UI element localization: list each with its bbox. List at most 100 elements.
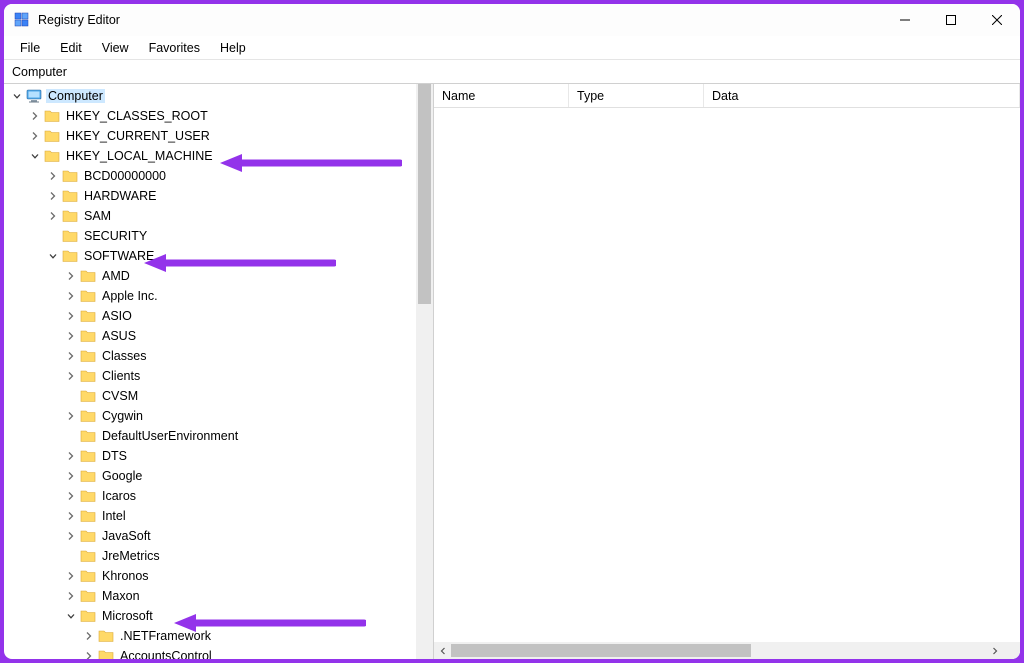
tree-node-label: ASIO bbox=[100, 309, 134, 323]
tree-view[interactable]: Computer HKEY_CLASSES_ROOT HKEY_CURRENT_US… bbox=[4, 84, 416, 659]
expand-icon[interactable] bbox=[64, 489, 78, 503]
tree-node[interactable]: AMD bbox=[4, 266, 416, 286]
titlebar: Registry Editor bbox=[4, 4, 1020, 36]
tree-node-label: Icaros bbox=[100, 489, 138, 503]
tree-node[interactable]: SECURITY bbox=[4, 226, 416, 246]
tree-node-label: DTS bbox=[100, 449, 129, 463]
expand-icon[interactable] bbox=[28, 109, 42, 123]
registry-editor-icon bbox=[14, 12, 30, 28]
window-controls bbox=[882, 4, 1020, 36]
tree-node[interactable]: JavaSoft bbox=[4, 526, 416, 546]
folder-icon bbox=[80, 508, 96, 524]
tree-node[interactable]: BCD00000000 bbox=[4, 166, 416, 186]
tree-node[interactable]: HARDWARE bbox=[4, 186, 416, 206]
tree-node-label: JreMetrics bbox=[100, 549, 162, 563]
menu-file[interactable]: File bbox=[12, 39, 48, 57]
column-name[interactable]: Name bbox=[434, 84, 569, 107]
tree-node-label: Intel bbox=[100, 509, 128, 523]
tree-node[interactable]: Maxon bbox=[4, 586, 416, 606]
menu-view[interactable]: View bbox=[94, 39, 137, 57]
maximize-button[interactable] bbox=[928, 4, 974, 36]
tree-node[interactable]: Google bbox=[4, 466, 416, 486]
folder-icon bbox=[80, 288, 96, 304]
expand-icon[interactable] bbox=[46, 189, 60, 203]
expand-icon[interactable] bbox=[64, 469, 78, 483]
expand-icon[interactable] bbox=[46, 209, 60, 223]
menu-favorites[interactable]: Favorites bbox=[141, 39, 208, 57]
collapse-icon[interactable] bbox=[46, 249, 60, 263]
column-type[interactable]: Type bbox=[569, 84, 704, 107]
tree-vertical-scrollbar[interactable] bbox=[416, 84, 433, 659]
tree-node[interactable]: JreMetrics bbox=[4, 546, 416, 566]
tree-node-label: Computer bbox=[46, 89, 105, 103]
tree-node[interactable]: CVSM bbox=[4, 386, 416, 406]
expand-icon[interactable] bbox=[64, 269, 78, 283]
tree-node-label: AccountsControl bbox=[118, 649, 214, 659]
expand-icon[interactable] bbox=[64, 449, 78, 463]
tree-node-label: HKEY_CURRENT_USER bbox=[64, 129, 212, 143]
tree-node[interactable]: Khronos bbox=[4, 566, 416, 586]
folder-icon bbox=[80, 268, 96, 284]
tree-node-label: Apple Inc. bbox=[100, 289, 160, 303]
tree-node[interactable]: DTS bbox=[4, 446, 416, 466]
tree-node[interactable]: Apple Inc. bbox=[4, 286, 416, 306]
expand-icon[interactable] bbox=[64, 289, 78, 303]
expand-icon[interactable] bbox=[64, 569, 78, 583]
tree-node[interactable]: SOFTWARE bbox=[4, 246, 416, 266]
expand-icon[interactable] bbox=[64, 349, 78, 363]
tree-node[interactable]: HKEY_LOCAL_MACHINE bbox=[4, 146, 416, 166]
expand-icon[interactable] bbox=[64, 369, 78, 383]
collapse-icon[interactable] bbox=[10, 89, 24, 103]
list-header: Name Type Data bbox=[434, 84, 1020, 108]
list-horizontal-scrollbar[interactable] bbox=[434, 642, 1003, 659]
tree-node[interactable]: Cygwin bbox=[4, 406, 416, 426]
tree-node[interactable]: AccountsControl bbox=[4, 646, 416, 659]
expand-icon[interactable] bbox=[64, 329, 78, 343]
tree-node[interactable]: HKEY_CURRENT_USER bbox=[4, 126, 416, 146]
tree-node[interactable]: Microsoft bbox=[4, 606, 416, 626]
tree-node-label: CVSM bbox=[100, 389, 140, 403]
column-data[interactable]: Data bbox=[704, 84, 1020, 107]
folder-icon bbox=[80, 588, 96, 604]
expand-icon[interactable] bbox=[64, 529, 78, 543]
address-path: Computer bbox=[12, 65, 67, 79]
scroll-left-arrow[interactable] bbox=[434, 642, 451, 659]
expand-icon[interactable] bbox=[64, 409, 78, 423]
tree-node[interactable]: Icaros bbox=[4, 486, 416, 506]
expand-icon[interactable] bbox=[64, 509, 78, 523]
list-body[interactable] bbox=[434, 108, 1020, 659]
tree-node[interactable]: ASIO bbox=[4, 306, 416, 326]
scrollbar-thumb[interactable] bbox=[451, 644, 751, 657]
expand-icon[interactable] bbox=[82, 629, 96, 643]
address-bar[interactable]: Computer bbox=[4, 60, 1020, 84]
close-button[interactable] bbox=[974, 4, 1020, 36]
scroll-right-arrow[interactable] bbox=[986, 642, 1003, 659]
expand-icon[interactable] bbox=[46, 169, 60, 183]
tree-node[interactable]: Classes bbox=[4, 346, 416, 366]
tree-node[interactable]: .NETFramework bbox=[4, 626, 416, 646]
menu-edit[interactable]: Edit bbox=[52, 39, 90, 57]
folder-icon bbox=[62, 168, 78, 184]
expand-icon[interactable] bbox=[64, 589, 78, 603]
folder-icon bbox=[80, 348, 96, 364]
tree-node[interactable]: Computer bbox=[4, 86, 416, 106]
list-panel: Name Type Data bbox=[434, 84, 1020, 659]
scrollbar-thumb[interactable] bbox=[418, 84, 431, 304]
tree-node[interactable]: ASUS bbox=[4, 326, 416, 346]
tree-node[interactable]: Clients bbox=[4, 366, 416, 386]
tree-node[interactable]: HKEY_CLASSES_ROOT bbox=[4, 106, 416, 126]
collapse-icon[interactable] bbox=[28, 149, 42, 163]
tree-node[interactable]: SAM bbox=[4, 206, 416, 226]
folder-icon bbox=[80, 388, 96, 404]
expand-icon[interactable] bbox=[28, 129, 42, 143]
collapse-icon[interactable] bbox=[64, 609, 78, 623]
expand-icon[interactable] bbox=[82, 649, 96, 659]
expand-icon[interactable] bbox=[64, 309, 78, 323]
minimize-button[interactable] bbox=[882, 4, 928, 36]
tree-node[interactable]: Intel bbox=[4, 506, 416, 526]
tree-node[interactable]: DefaultUserEnvironment bbox=[4, 426, 416, 446]
window-title: Registry Editor bbox=[38, 13, 120, 27]
tree-node-label: SECURITY bbox=[82, 229, 149, 243]
menu-help[interactable]: Help bbox=[212, 39, 254, 57]
tree-node-label: SAM bbox=[82, 209, 113, 223]
